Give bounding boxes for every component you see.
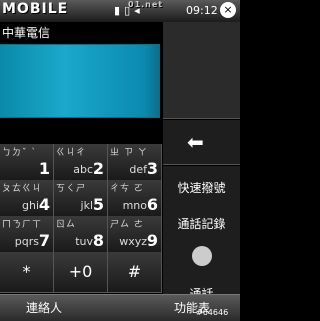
- key-9[interactable]: ㄕㄙ ㄜ wxyz 9: [108, 216, 162, 253]
- voicemail-icon: [191, 246, 212, 266]
- status-icons: ▮ ▯ ◂: [114, 3, 140, 19]
- key-hash[interactable]: #: [108, 252, 162, 293]
- speaker-icon: ◂: [134, 4, 140, 17]
- key-6[interactable]: ㄔㄘ ㄛ mno 6: [108, 180, 162, 217]
- key-2[interactable]: ㄍㄐㄔ abc 2: [54, 144, 108, 181]
- key-5[interactable]: ㄎㄑㄕ jkl 5: [54, 180, 108, 217]
- side-top-blank: [163, 22, 240, 119]
- carrier-name: 中華電信: [2, 26, 51, 40]
- key-0[interactable]: +0: [54, 252, 108, 293]
- backspace-button[interactable]: ⬅: [163, 120, 240, 165]
- close-button[interactable]: ×: [220, 2, 236, 18]
- clock[interactable]: 09:12: [186, 4, 218, 17]
- key-4[interactable]: ㄆㄊㄍㄐ ghi 4: [0, 180, 54, 217]
- status-bar: MOBILE 01.net ▮ ▯ ◂ 09:12 ×: [0, 0, 240, 22]
- signal-icon: ▮: [114, 4, 121, 17]
- key-7[interactable]: ㄇㄋㄏㄒ pqrs 7: [0, 216, 54, 253]
- voicemail-button[interactable]: [163, 238, 240, 275]
- battery-icon: ▯: [124, 4, 131, 17]
- key-star[interactable]: *: [0, 252, 54, 293]
- backspace-arrow-icon: ⬅: [187, 130, 204, 154]
- contacts-softkey[interactable]: 連絡人: [26, 299, 62, 316]
- side-panel: ⬅ 快速撥號 通話記錄 通話: [163, 22, 240, 315]
- brand-logo: MOBILE 01.net: [2, 0, 164, 17]
- dial-keypad: ㄅㄉˇ ˋ 1 ㄍㄐㄔ abc 2 ㄓ ㄗ ㄚ def 3 ㄆㄊㄍㄐ ghi 4…: [0, 144, 162, 293]
- key-1[interactable]: ㄅㄉˇ ˋ 1: [0, 144, 54, 181]
- key-8[interactable]: ㄖㄙ tuv 8: [54, 216, 108, 253]
- watermark: #64646: [196, 308, 229, 317]
- key-3[interactable]: ㄓ ㄗ ㄚ def 3: [108, 144, 162, 181]
- dial-number-display: [0, 44, 160, 118]
